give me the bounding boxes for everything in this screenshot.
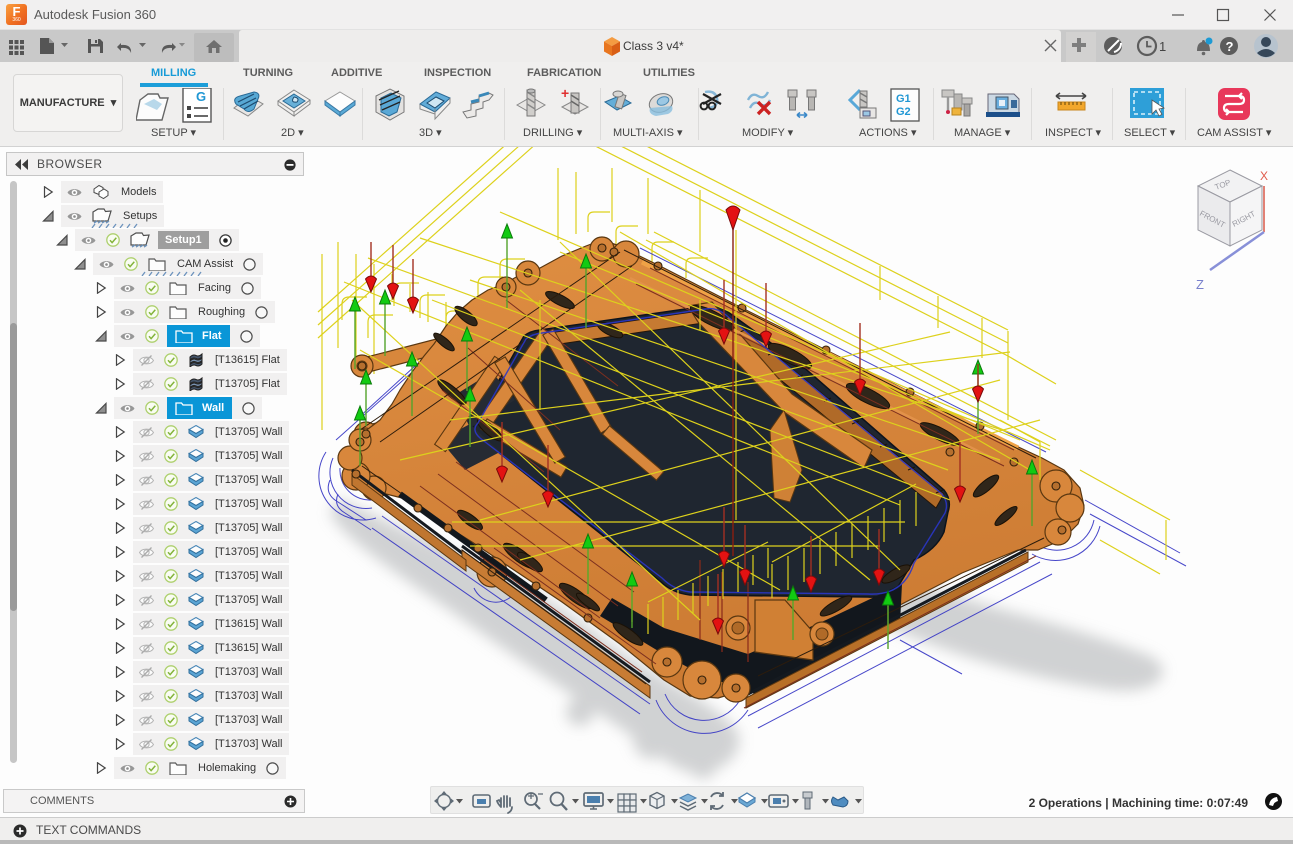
svg-text:G2: G2 — [896, 106, 911, 118]
svg-text:?: ? — [1226, 39, 1234, 54]
svg-text:1: 1 — [1159, 39, 1166, 54]
svg-text:Z: Z — [1196, 277, 1204, 292]
svg-text:+: + — [561, 88, 569, 101]
svg-text:G1: G1 — [896, 93, 911, 105]
svg-text:G: G — [196, 89, 206, 104]
svg-text:X: X — [1260, 169, 1268, 183]
